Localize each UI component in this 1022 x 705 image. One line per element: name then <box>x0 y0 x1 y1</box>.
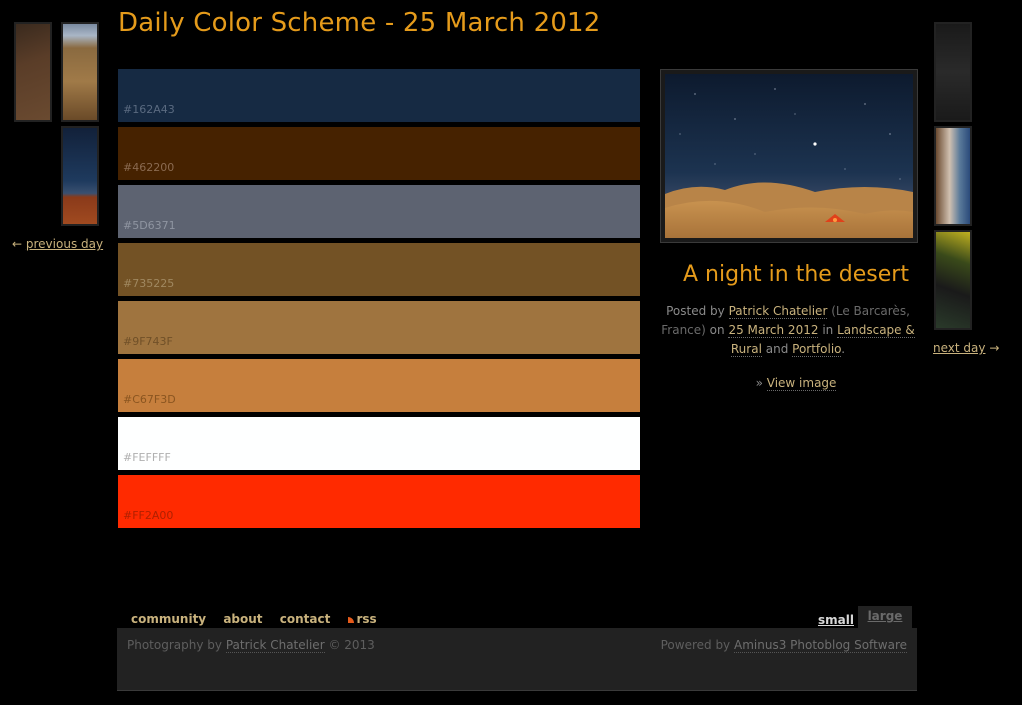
next-day-label: next day <box>933 341 986 355</box>
desert-night-photo[interactable] <box>665 74 913 238</box>
post-date-link[interactable]: 25 March 2012 <box>728 323 819 338</box>
size-small-button[interactable]: small <box>818 613 854 627</box>
prev-thumbnail-2[interactable] <box>61 22 99 122</box>
and-text: and <box>765 342 789 356</box>
swatch-hex-code: #FF2A00 <box>123 509 174 522</box>
period-text: . <box>841 342 846 356</box>
desert-night-photo-image <box>665 74 913 238</box>
footer-copyright: © 2013 <box>328 638 375 652</box>
rss-link[interactable]: rss <box>347 612 377 626</box>
color-swatch: #9F743F <box>118 301 640 354</box>
contact-link[interactable]: contact <box>280 612 331 626</box>
color-swatch: #FF2A00 <box>118 475 640 528</box>
in-text: in <box>822 323 834 337</box>
swatch-hex-code: #735225 <box>123 277 175 290</box>
rss-icon <box>347 616 354 623</box>
swatch-hex-code: #162A43 <box>123 103 175 116</box>
color-swatch: #735225 <box>118 243 640 296</box>
next-thumbnail-3[interactable] <box>934 230 972 330</box>
swatch-hex-code: #FEFFFF <box>123 451 171 464</box>
swatch-hex-code: #462200 <box>123 161 175 174</box>
color-swatch: #C67F3D <box>118 359 640 412</box>
previous-day-link[interactable]: ← previous day <box>12 237 103 251</box>
prev-thumbnail-1[interactable] <box>14 22 52 122</box>
footer-powered-by: Powered by Aminus3 Photoblog Software <box>660 638 907 653</box>
aminus3-link[interactable]: Aminus3 Photoblog Software <box>734 638 907 653</box>
footer-credit-prefix: Photography by <box>127 638 222 652</box>
color-swatch: #462200 <box>118 127 640 180</box>
posted-by-text: Posted by <box>666 304 725 318</box>
next-thumbnail-2[interactable] <box>934 126 972 226</box>
post-title: A night in the desert <box>683 262 909 287</box>
page-title: Daily Color Scheme - 25 March 2012 <box>118 8 601 38</box>
color-swatch: #162A43 <box>118 69 640 122</box>
size-large-tab[interactable]: large <box>858 606 912 628</box>
post-meta: Posted by Patrick Chatelier (Le Barcarès… <box>660 302 916 359</box>
rss-label: rss <box>356 612 377 626</box>
on-text: on <box>709 323 725 337</box>
color-swatch: #FEFFFF <box>118 417 640 470</box>
left-arrow-icon: ← <box>12 237 23 251</box>
photo-frame[interactable] <box>660 69 918 243</box>
color-swatch: #5D6371 <box>118 185 640 238</box>
about-link[interactable]: about <box>223 612 262 626</box>
footer-powered-prefix: Powered by <box>660 638 731 652</box>
color-swatch-list: #162A43 #462200 #5D6371 #735225 #9F743F #C67F… <box>118 69 640 533</box>
double-chevron-icon: » <box>755 376 763 390</box>
right-arrow-icon: → <box>989 341 1000 355</box>
prev-thumbnail-3[interactable] <box>61 126 99 226</box>
author-link[interactable]: Patrick Chatelier <box>728 304 828 319</box>
footer-author-link[interactable]: Patrick Chatelier <box>225 638 325 653</box>
swatch-hex-code: #5D6371 <box>123 219 176 232</box>
footer-credit: Photography by Patrick Chatelier © 2013 <box>127 638 375 653</box>
view-image-row: » View image <box>660 376 932 391</box>
view-image-link[interactable]: View image <box>766 376 837 391</box>
category-portfolio-link[interactable]: Portfolio <box>792 342 842 357</box>
swatch-hex-code: #C67F3D <box>123 393 176 406</box>
next-thumbnail-1[interactable] <box>934 22 972 122</box>
previous-day-label: previous day <box>25 237 104 251</box>
next-day-link[interactable]: next day → <box>933 341 999 355</box>
community-link[interactable]: community <box>131 612 206 626</box>
footer-bar: Photography by Patrick Chatelier © 2013 … <box>117 628 917 691</box>
swatch-hex-code: #9F743F <box>123 335 173 348</box>
footer-nav: community about contact rss <box>131 612 390 626</box>
